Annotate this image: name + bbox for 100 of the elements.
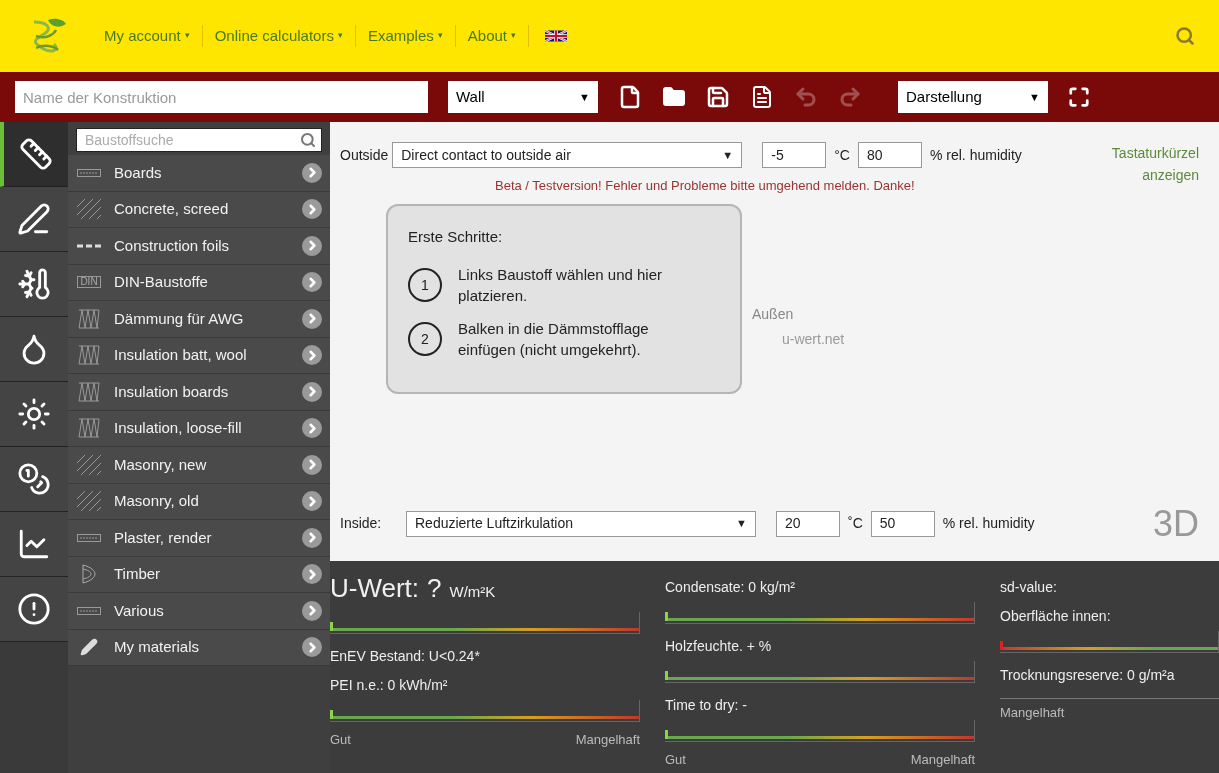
keyboard-shortcuts-link[interactable]: Tastaturkürzel anzeigen xyxy=(1079,142,1199,186)
first-steps-title: Erste Schritte: xyxy=(408,226,504,247)
search-icon[interactable] xyxy=(1175,26,1195,46)
step-text: Links Baustoff wählen und hier platzieren. xyxy=(458,265,664,306)
scale-good-label: Gut xyxy=(665,750,686,769)
uk-flag-icon[interactable] xyxy=(545,29,567,43)
result-label: EnEV Bestand: U<0.24* xyxy=(330,646,481,666)
climate-side-label: Inside: xyxy=(340,514,383,533)
chart-icon xyxy=(17,527,51,561)
step-text: Balken in die Dämmstofflage einfügen (nicht umgekehrt). xyxy=(458,319,650,360)
pencil-icon xyxy=(80,638,98,657)
temperature-field[interactable]: -5 xyxy=(762,142,827,168)
chevron-right-icon xyxy=(302,235,322,256)
temperature-field[interactable]: 20 xyxy=(776,510,840,537)
material-search-field[interactable]: Baustoffsuche xyxy=(76,128,322,152)
material-category-item[interactable]: Insulation boards xyxy=(68,374,330,411)
sidebar-tab[interactable] xyxy=(0,577,68,642)
nav-menu-item[interactable]: Examples ▾ xyxy=(355,24,456,48)
insulation-pattern-icon xyxy=(78,418,100,439)
chevron-right-icon xyxy=(302,381,322,402)
board-pattern-icon xyxy=(77,606,101,615)
climate-side-label: Outside xyxy=(340,145,389,165)
material-category-item[interactable]: Plaster, render xyxy=(68,520,330,557)
climate-condition-select[interactable]: Direct contact to outside air ▼ xyxy=(392,142,743,168)
insulation-pattern-icon xyxy=(78,381,100,402)
hatch-pattern-icon xyxy=(77,199,101,220)
humidity-field[interactable]: 50 xyxy=(870,510,935,537)
chevron-right-icon xyxy=(302,308,322,329)
chevron-right-icon xyxy=(302,600,322,621)
material-category-item[interactable]: Insulation batt, wool xyxy=(68,337,330,374)
warning-icon xyxy=(17,592,51,626)
sidebar-tab[interactable] xyxy=(0,122,68,187)
chevron-right-icon xyxy=(302,345,322,366)
material-category-item[interactable]: Masonry, new xyxy=(68,447,330,484)
view-select[interactable]: Darstellung ▼ xyxy=(898,81,1048,113)
edit-icon xyxy=(17,202,51,236)
cost-icon xyxy=(17,462,51,496)
chevron-right-icon xyxy=(302,418,322,439)
temperature-unit: °C xyxy=(834,145,850,165)
u-value-unit: W/m²K xyxy=(449,581,496,602)
result-label: PEI n.e.: 0 kWh/m² xyxy=(330,675,449,695)
scale-good-label: Gut xyxy=(330,730,351,749)
nav-menu-item[interactable]: My account ▾ xyxy=(92,24,203,48)
nav-menu-item[interactable]: Online calculators ▾ xyxy=(202,24,356,48)
result-label: Time to dry: - xyxy=(665,695,748,715)
chevron-right-icon xyxy=(302,454,322,475)
material-category-item[interactable]: Insulation, loose-fill xyxy=(68,410,330,447)
chevron-right-icon xyxy=(302,272,322,293)
hatch-pattern-icon xyxy=(77,491,101,512)
chevron-right-icon xyxy=(302,162,322,183)
construction-name-field[interactable]: Name der Konstruktion xyxy=(15,81,428,113)
nav-menu-item[interactable]: About ▾ xyxy=(455,24,529,48)
climate-condition-select[interactable]: Reduzierte Luftzirkulation ▼ xyxy=(406,510,756,537)
step-number: 2 xyxy=(408,322,442,356)
timber-grain-icon xyxy=(81,564,97,585)
material-category-item[interactable]: Masonry, old xyxy=(68,483,330,520)
new-file-icon[interactable] xyxy=(618,85,642,109)
chevron-right-icon xyxy=(302,199,322,220)
sidebar-tab[interactable] xyxy=(0,512,68,577)
din-icon: DIN xyxy=(77,276,101,289)
material-category-item[interactable]: Dämmung für AWG xyxy=(68,301,330,338)
result-label: Oberfläche innen: xyxy=(1000,606,1112,626)
humidity-field[interactable]: 80 xyxy=(857,142,922,168)
board-pattern-icon xyxy=(77,533,101,542)
beta-notice: Beta / Testversion! Fehler und Probleme bitte umgehend melden. Danke! xyxy=(495,177,916,195)
scale-good-label: Mangelhaft xyxy=(1000,703,1065,722)
material-category-item[interactable]: DIN DIN-Baustoffe xyxy=(68,264,330,301)
climate-icon xyxy=(17,267,51,301)
sidebar-tab[interactable] xyxy=(0,252,68,317)
hatch-pattern-icon xyxy=(77,454,101,475)
sidebar-tab[interactable] xyxy=(0,382,68,447)
sidebar-tab[interactable] xyxy=(0,317,68,382)
result-label: sd-value: xyxy=(1000,577,1058,597)
chevron-right-icon xyxy=(302,527,322,548)
step-number: 1 xyxy=(408,268,442,302)
sidebar-tab[interactable] xyxy=(0,187,68,252)
material-category-item[interactable]: Concrete, screed xyxy=(68,191,330,228)
chevron-right-icon xyxy=(302,637,322,658)
material-category-item[interactable]: My materials xyxy=(68,629,330,666)
u-value: ? xyxy=(427,571,442,605)
pdf-file-icon[interactable] xyxy=(750,85,774,109)
chevron-right-icon xyxy=(302,564,322,585)
construction-type-select[interactable]: Wall ▼ xyxy=(448,81,598,113)
humidity-label: % rel. humidity xyxy=(929,145,1022,165)
scale-bad-label: Mangelhaft xyxy=(910,750,975,769)
heat-icon xyxy=(17,397,51,431)
save-icon[interactable] xyxy=(706,85,730,109)
result-label: Trocknungsreserve: 0 g/m²a xyxy=(1000,665,1176,685)
material-category-item[interactable]: Various xyxy=(68,593,330,630)
fullscreen-icon[interactable] xyxy=(1068,86,1090,108)
geometry-icon xyxy=(19,137,53,171)
scale-bad-label: Mangelhaft xyxy=(575,730,640,749)
material-category-item[interactable]: Timber xyxy=(68,556,330,593)
temperature-unit: ˚C xyxy=(848,514,863,533)
outside-canvas-label: Außen xyxy=(752,304,795,324)
humidity-label: % rel. humidity xyxy=(942,514,1035,533)
sidebar-tab[interactable] xyxy=(0,447,68,512)
material-category-item[interactable]: Construction foils xyxy=(68,228,330,265)
material-category-item[interactable]: Boards xyxy=(68,155,330,192)
folder-icon[interactable] xyxy=(662,85,686,109)
